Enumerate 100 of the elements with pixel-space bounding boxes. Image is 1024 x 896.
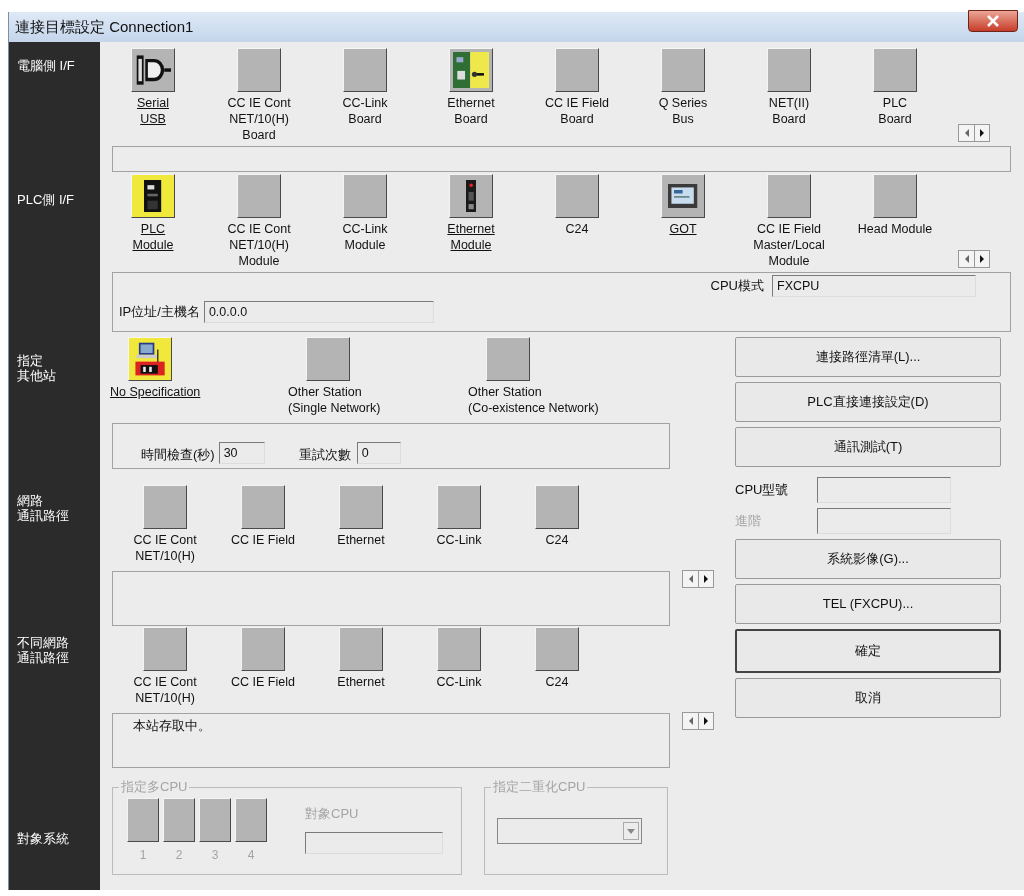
- section-label: 通訊路徑: [16, 650, 70, 665]
- interface-button[interactable]: [343, 48, 387, 92]
- field-label: 對象CPU: [305, 805, 360, 823]
- interface-label: CC IE Field: [231, 532, 295, 548]
- section-label: 電腦側 I/F: [16, 58, 76, 73]
- interface-button[interactable]: [535, 627, 579, 671]
- interface-label: Ethernet Board: [447, 95, 495, 127]
- interface-button[interactable]: [486, 337, 530, 381]
- section-label: 不同網路: [16, 635, 70, 650]
- field-label: 時間檢查(秒): [141, 445, 215, 464]
- interface-button[interactable]: [437, 627, 481, 671]
- field-label: 重試次數: [298, 445, 351, 464]
- right-arrow-icon: [979, 129, 985, 137]
- section-label: PLC側 I/F: [16, 192, 76, 207]
- left-arrow-icon: [963, 255, 970, 263]
- text-field[interactable]: [817, 477, 951, 503]
- interface-button[interactable]: [873, 48, 917, 92]
- interface-label: Ethernet Module: [447, 221, 495, 253]
- interface-label: CC-Link Board: [342, 95, 388, 127]
- interface-label: Q Series Bus: [658, 95, 708, 127]
- interface-button[interactable]: [237, 48, 281, 92]
- dialog-button[interactable]: PLC直接連接設定(D): [735, 382, 1001, 422]
- dialog-button[interactable]: 系統影像(G)...: [735, 539, 1001, 579]
- cpu-button[interactable]: [199, 798, 231, 842]
- interface-label: Other Station (Single Network): [288, 384, 381, 416]
- interface-label: Head Module: [857, 221, 933, 237]
- interface-label: CC IE Cont NET/10(H) Board: [227, 95, 291, 143]
- right-arrow-icon: [703, 717, 709, 725]
- left-arrow-icon: [687, 575, 694, 583]
- interface-button[interactable]: [128, 337, 172, 381]
- interface-button[interactable]: [661, 174, 705, 218]
- field-label: 進階: [735, 512, 762, 531]
- text-field[interactable]: 0.0.0.0: [203, 301, 434, 323]
- text-field[interactable]: 0: [356, 442, 401, 464]
- interface-button[interactable]: [555, 174, 599, 218]
- text-field[interactable]: 30: [218, 442, 265, 464]
- close-button[interactable]: [968, 10, 1018, 32]
- cpu-number: 1: [139, 847, 147, 864]
- interface-button[interactable]: [873, 174, 917, 218]
- interface-label: C24: [565, 221, 589, 237]
- group-title: 指定二重化CPU: [491, 779, 588, 795]
- cpu-number: 3: [211, 847, 219, 864]
- interface-label: Ethernet: [337, 532, 385, 548]
- cpu-button[interactable]: [163, 798, 195, 842]
- cpu-number: 2: [175, 847, 183, 864]
- interface-label: CC IE Field: [231, 674, 295, 690]
- dialog-button[interactable]: 通訊測試(T): [735, 427, 1001, 467]
- section-label: 其他站: [16, 368, 57, 383]
- cpu-button[interactable]: [127, 798, 159, 842]
- interface-button[interactable]: [767, 48, 811, 92]
- interface-button[interactable]: [339, 627, 383, 671]
- close-icon: [986, 15, 1000, 27]
- field-label: CPU型號: [735, 481, 790, 500]
- interface-label: PLC Module: [132, 221, 174, 253]
- interface-label: C24: [545, 674, 569, 690]
- interface-label: CC IE Cont NET/10(H): [133, 532, 197, 564]
- interface-label: CC-Link: [436, 674, 482, 690]
- interface-button[interactable]: [767, 174, 811, 218]
- interface-button[interactable]: [143, 627, 187, 671]
- interface-button[interactable]: [306, 337, 350, 381]
- interface-button[interactable]: [535, 485, 579, 529]
- dropdown[interactable]: [497, 818, 642, 844]
- interface-button[interactable]: [143, 485, 187, 529]
- section-label: 通訊路徑: [16, 508, 70, 523]
- right-arrow-icon: [979, 255, 985, 263]
- interface-button[interactable]: [343, 174, 387, 218]
- circuit-board-icon: [452, 51, 490, 89]
- dialog-button[interactable]: 取消: [735, 678, 1001, 718]
- interface-label: CC IE Field Board: [545, 95, 609, 127]
- interface-label: PLC Board: [878, 95, 912, 127]
- window-title: 連接目標設定 Connection1: [15, 16, 194, 37]
- cpu-button[interactable]: [235, 798, 267, 842]
- interface-label: CC IE Cont NET/10(H) Module: [227, 221, 291, 269]
- interface-button[interactable]: [449, 174, 493, 218]
- dialog-button[interactable]: TEL (FXCPU)...: [735, 584, 1001, 624]
- interface-label: Serial USB: [137, 95, 169, 127]
- interface-label: CC-Link Module: [342, 221, 388, 253]
- dialog-button[interactable]: 確定: [735, 629, 1001, 673]
- interface-label: Other Station (Co-existence Network): [468, 384, 599, 416]
- interface-button[interactable]: [241, 485, 285, 529]
- dialog-button[interactable]: 連接路徑清單(L)...: [735, 337, 1001, 377]
- interface-button[interactable]: [661, 48, 705, 92]
- interface-label: C24: [545, 532, 569, 548]
- text-field[interactable]: FXCPU: [772, 275, 976, 297]
- screen-icon: [668, 183, 698, 209]
- cpu-number: 4: [247, 847, 255, 864]
- interface-label: CC IE Cont NET/10(H): [133, 674, 197, 706]
- interface-button[interactable]: [131, 48, 175, 92]
- interface-button[interactable]: [131, 174, 175, 218]
- interface-button[interactable]: [437, 485, 481, 529]
- section-label: 指定: [16, 353, 44, 368]
- interface-button[interactable]: [237, 174, 281, 218]
- left-arrow-icon: [687, 717, 694, 725]
- interface-button[interactable]: [241, 627, 285, 671]
- right-arrow-icon: [703, 575, 709, 583]
- interface-label: CC IE Field Master/Local Module: [753, 221, 825, 269]
- interface-button[interactable]: [339, 485, 383, 529]
- interface-label: NET(II) Board: [768, 95, 810, 127]
- interface-button[interactable]: [449, 48, 493, 92]
- interface-button[interactable]: [555, 48, 599, 92]
